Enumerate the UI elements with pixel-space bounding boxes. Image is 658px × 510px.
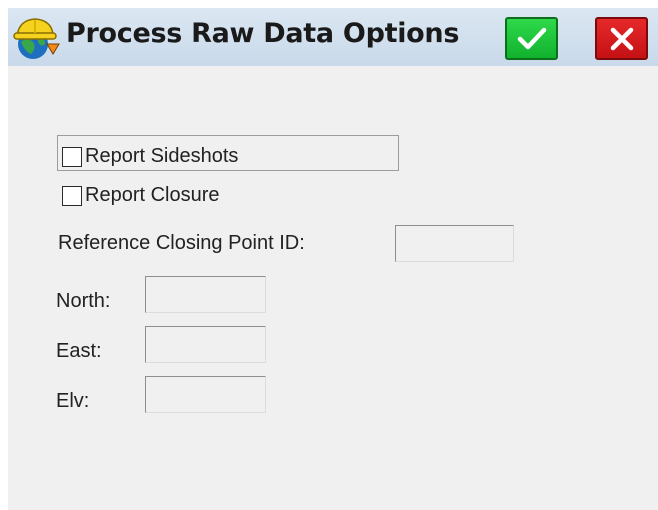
north-label: North: bbox=[56, 290, 111, 312]
report-closure-checkbox[interactable]: Report Closure bbox=[62, 184, 220, 207]
dialog-title: Process Raw Data Options bbox=[66, 18, 460, 49]
cancel-button[interactable] bbox=[595, 17, 648, 60]
hardhat-globe-icon bbox=[13, 18, 60, 59]
report-sideshots-label: Report Sideshots bbox=[85, 145, 239, 167]
elv-label: Elv: bbox=[56, 390, 90, 412]
closing-point-input[interactable] bbox=[395, 225, 514, 262]
elv-input[interactable] bbox=[145, 376, 266, 413]
checkbox-box[interactable] bbox=[62, 185, 82, 206]
report-sideshots-checkbox[interactable]: Report Sideshots bbox=[62, 145, 238, 168]
title-bar: Process Raw Data Options bbox=[8, 8, 658, 66]
close-icon bbox=[610, 27, 633, 50]
process-raw-data-options-dialog: Process Raw Data Options Report Sideshot… bbox=[8, 8, 658, 510]
checkbox-box[interactable] bbox=[62, 146, 82, 167]
east-input[interactable] bbox=[145, 326, 266, 363]
ok-button[interactable] bbox=[505, 17, 558, 60]
east-label: East: bbox=[56, 340, 102, 362]
checkmark-icon bbox=[517, 27, 546, 49]
report-closure-label: Report Closure bbox=[85, 184, 220, 206]
north-input[interactable] bbox=[145, 276, 266, 313]
closing-point-label: Reference Closing Point ID: bbox=[58, 232, 305, 254]
